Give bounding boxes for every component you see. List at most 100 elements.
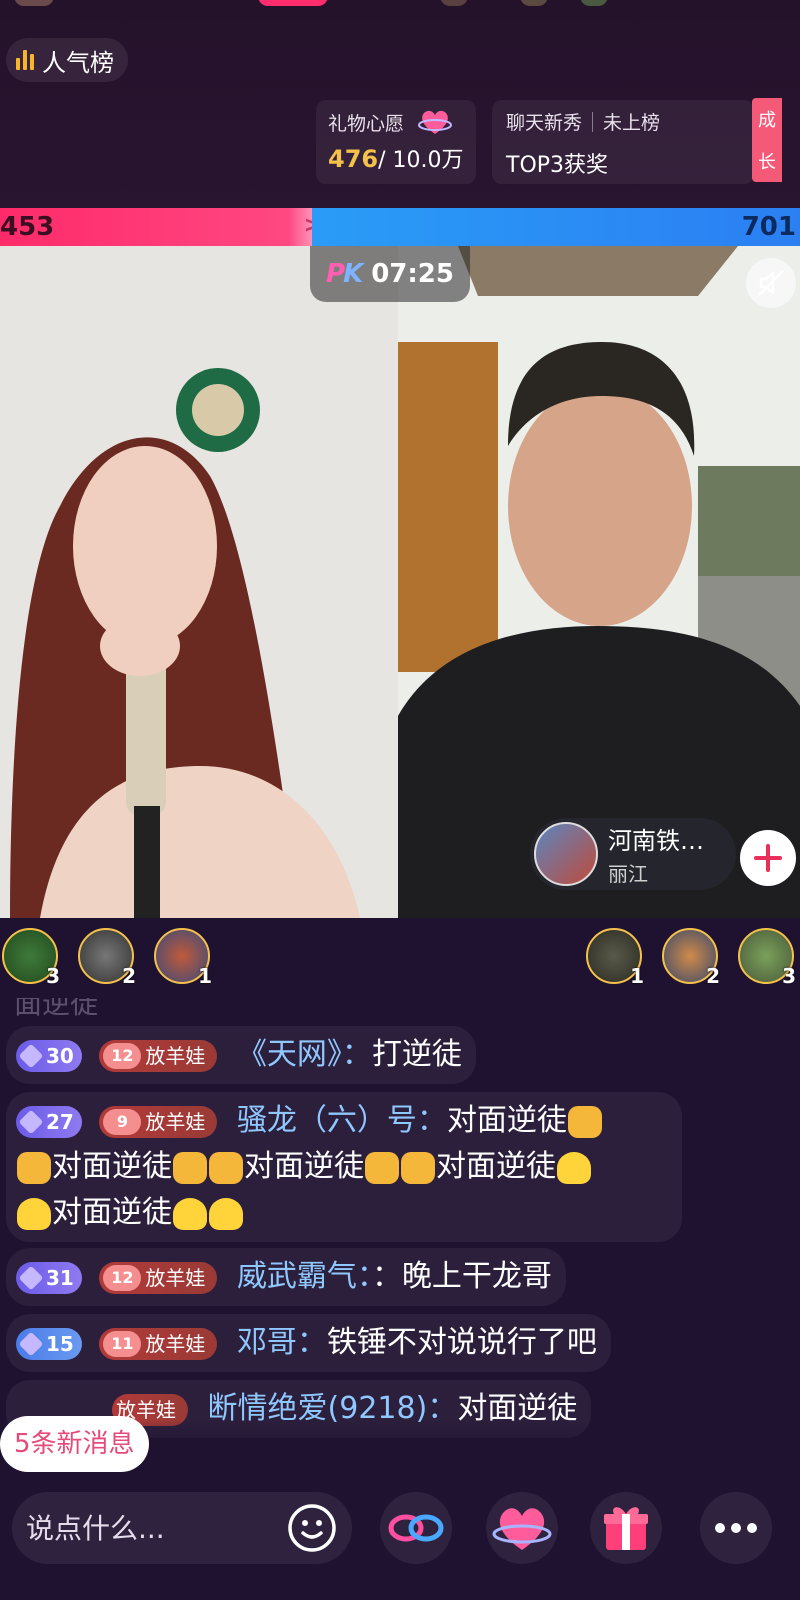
chat-cut-text: 面逆徒 <box>14 998 99 1020</box>
chat-message[interactable]: 31 12 放羊娃 威武霸气：：晚上干龙哥 <box>6 1248 566 1306</box>
fan-club-badge: 12 放羊娃 <box>99 1039 218 1072</box>
pk-right-score-fill: 701 <box>312 208 800 246</box>
right-supporter-avatar[interactable]: 3 <box>738 928 796 988</box>
gift-icon <box>604 1507 648 1550</box>
gift-button[interactable] <box>590 1492 662 1564</box>
heart-emoji-icon <box>17 1197 51 1230</box>
supporter-rank: 1 <box>630 964 644 988</box>
right-supporter-avatar[interactable]: 1 <box>586 928 644 988</box>
pk-video-area: PK 07:25 河南铁… 丽江 <box>0 246 800 918</box>
fan-club-badge: 12 放羊娃 <box>99 1261 218 1294</box>
heart-emoji-icon <box>173 1197 207 1230</box>
gift-wish-progress: 476/ 10.0万 <box>328 142 464 174</box>
heart-icon <box>492 1508 552 1550</box>
top-remnants <box>0 0 800 8</box>
user-level-badge: 30 <box>16 1039 82 1072</box>
bottom-toolbar <box>0 1488 800 1600</box>
chat-message[interactable]: 27 9 放羊娃 骚龙（六）号：对面逆徒 对面逆徒 对面逆徒 对面逆徒 对面逆徒 <box>6 1092 682 1242</box>
growth-tab-char: 成 <box>758 110 776 131</box>
chat-text: 对面逆徒 <box>52 1195 172 1230</box>
growth-tab-char: 长 <box>758 152 776 173</box>
follow-opponent-button[interactable] <box>740 830 796 886</box>
growth-tab[interactable]: 成 长 <box>752 98 782 182</box>
gift-wish-title-row: 礼物心愿 <box>328 108 464 136</box>
opponent-info-text: 河南铁… 丽江 <box>608 821 704 887</box>
divider <box>592 111 594 132</box>
left-supporter-avatar[interactable]: 3 <box>2 928 60 988</box>
pk-score-bar: 453 > 701 <box>0 208 800 246</box>
pk-supporters-row: 3 2 1 1 2 3 <box>0 918 800 998</box>
viewer-avatar-remnant <box>440 0 468 6</box>
opponent-name: 河南铁… <box>608 827 704 855</box>
supporter-rank: 1 <box>198 964 212 988</box>
user-level-badge: 15 <box>16 1327 82 1360</box>
mute-button[interactable] <box>746 258 796 308</box>
supporter-rank: 3 <box>782 964 796 988</box>
chat-rookie-reward: TOP3获奖 <box>506 153 609 178</box>
pk-timer: PK 07:25 <box>310 246 470 302</box>
chat-message[interactable]: 15 11 放羊娃 邓哥：铁锤不对说说行了吧 <box>6 1314 611 1372</box>
chat-text: 打逆徒 <box>371 1037 462 1072</box>
chat-text: 对面逆徒 <box>446 1103 567 1138</box>
chat-rookie-title-row: 聊天新秀 未上榜 <box>506 108 740 135</box>
supporter-rank: 2 <box>122 964 136 988</box>
gift-wish-title: 礼物心愿 <box>328 112 405 135</box>
chat-rookie-title: 聊天新秀 <box>506 112 583 134</box>
supporter-rank: 2 <box>706 964 720 988</box>
popularity-rank-button[interactable]: 人气榜 <box>6 38 128 82</box>
chat-message-list[interactable]: 面逆徒 30 12 放羊娃 《天网》：打逆徒 27 9 放羊娃 骚龙（六）号：对面逆… <box>0 998 800 1460</box>
smiley-icon <box>288 1504 336 1552</box>
right-supporter-avatar[interactable]: 2 <box>662 928 720 988</box>
pk-logo: PK <box>326 259 363 289</box>
user-level-badge: 27 <box>16 1105 82 1138</box>
fan-club-badge: 9 放羊娃 <box>99 1105 218 1138</box>
fist-emoji-icon <box>401 1151 435 1184</box>
viewer-avatar-remnant <box>520 0 548 6</box>
fist-emoji-icon <box>173 1151 207 1184</box>
more-button[interactable] <box>700 1492 772 1564</box>
top-area: 人气榜 礼物心愿 476/ 10.0万 聊天新秀 未上榜 TOP3获奖 成 长 <box>0 0 800 212</box>
fist-emoji-icon <box>567 1105 602 1138</box>
heart-emoji-icon <box>209 1197 243 1230</box>
viewer-avatar-remnant <box>580 0 608 6</box>
host-video-image <box>0 246 398 918</box>
plus-icon <box>754 844 782 872</box>
new-messages-button[interactable]: 5条新消息 <box>0 1416 149 1472</box>
fist-emoji-icon <box>17 1151 51 1184</box>
follow-button-remnant[interactable] <box>258 0 328 6</box>
more-icon <box>715 1523 757 1533</box>
chat-username[interactable]: 邓哥： <box>237 1325 327 1360</box>
mute-icon <box>758 270 784 296</box>
link-pk-button[interactable] <box>380 1492 452 1564</box>
emoji-button[interactable] <box>276 1492 348 1564</box>
fan-club-badge: 11 放羊娃 <box>99 1327 218 1360</box>
fan-club-heart-button[interactable] <box>486 1492 558 1564</box>
pk-right-score: 701 <box>741 212 796 242</box>
chat-text: 对面逆徒 <box>436 1149 556 1184</box>
heart-emoji-icon <box>557 1151 591 1184</box>
supporter-rank: 3 <box>46 964 60 988</box>
chat-username[interactable]: 骚龙（六）号： <box>237 1103 447 1138</box>
popularity-rank-label: 人气榜 <box>42 48 114 77</box>
gift-wish-target: / 10.0万 <box>378 148 464 173</box>
user-level-badge: 31 <box>16 1261 82 1294</box>
gift-wish-card[interactable]: 礼物心愿 476/ 10.0万 <box>316 100 476 184</box>
chat-text: 对面逆徒 <box>244 1149 364 1184</box>
pk-left-score: 453 <box>0 212 55 242</box>
gift-wish-current: 476 <box>328 145 379 173</box>
host-video-left[interactable] <box>0 246 398 918</box>
chat-message[interactable]: 30 12 放羊娃 《天网》：打逆徒 <box>6 1026 476 1084</box>
chat-text: ：晚上干龙哥 <box>371 1259 552 1294</box>
chat-username[interactable]: 《天网》： <box>237 1037 372 1072</box>
pk-left-score-fill: 453 > <box>0 208 334 246</box>
chat-rookie-card[interactable]: 聊天新秀 未上榜 TOP3获奖 <box>492 100 754 184</box>
chat-text: 对面逆徒 <box>52 1149 172 1184</box>
chat-username[interactable]: 威武霸气： <box>237 1259 372 1294</box>
opponent-info-card[interactable]: 河南铁… 丽江 <box>530 818 736 890</box>
fist-emoji-icon <box>209 1151 243 1184</box>
left-supporter-avatar[interactable]: 1 <box>154 928 212 988</box>
left-supporter-avatar[interactable]: 2 <box>78 928 136 988</box>
pk-countdown: 07:25 <box>371 259 454 289</box>
heart-icon <box>418 110 453 134</box>
fist-emoji-icon <box>365 1151 399 1184</box>
